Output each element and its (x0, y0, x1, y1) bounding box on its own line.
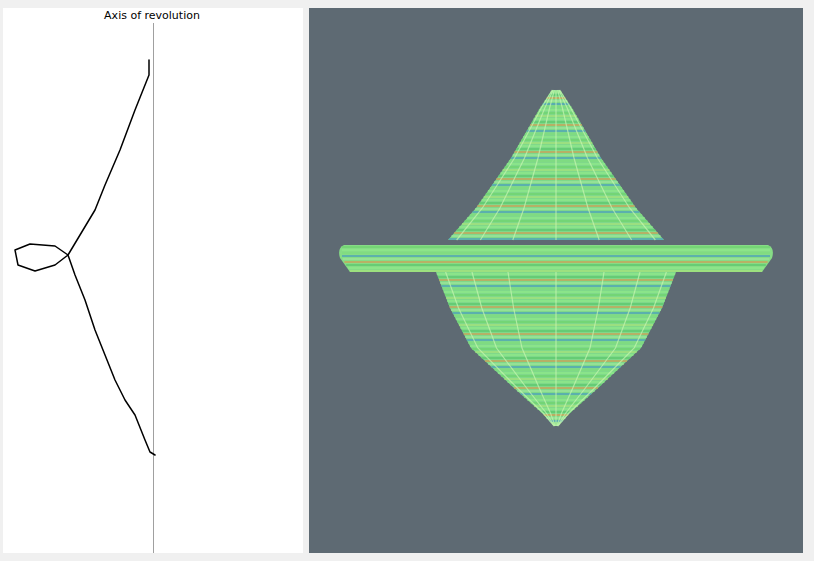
disc (339, 245, 773, 272)
sketch-panel: Axis of revolution (3, 8, 303, 553)
disc-band (342, 246, 770, 248)
surface-meridian (555, 272, 556, 426)
disc-band (346, 264, 766, 266)
surface-meridian (513, 90, 555, 240)
surface-meridian (557, 272, 640, 426)
surface-meridian (555, 90, 556, 240)
lower-body (436, 272, 676, 426)
surface-meridian (560, 90, 656, 240)
surface-meridian (446, 272, 555, 426)
disc-band (344, 261, 767, 263)
surface-meridian (558, 272, 667, 426)
disc-band (348, 267, 764, 269)
axis-label: Axis of revolution (3, 8, 303, 23)
disc-band (342, 249, 770, 251)
surface-meridian (508, 272, 555, 426)
disc-band (342, 252, 770, 254)
render-canvas[interactable] (309, 8, 803, 553)
surface-meridian (472, 272, 555, 426)
surface-meridian (480, 90, 553, 240)
surface-meridian (557, 272, 604, 426)
surface-meridian (457, 90, 553, 240)
upper-body (448, 90, 664, 240)
disc-band (343, 258, 770, 260)
disc-band (350, 270, 762, 272)
disc-band (342, 255, 770, 257)
surface-meridian (559, 90, 632, 240)
app-window: Axis of revolution (0, 0, 814, 561)
axis-line (153, 23, 154, 553)
profile-curve[interactable] (15, 60, 155, 455)
sketch-canvas[interactable] (3, 23, 303, 553)
render-viewport[interactable] (309, 8, 803, 553)
surface-meridian (558, 90, 600, 240)
